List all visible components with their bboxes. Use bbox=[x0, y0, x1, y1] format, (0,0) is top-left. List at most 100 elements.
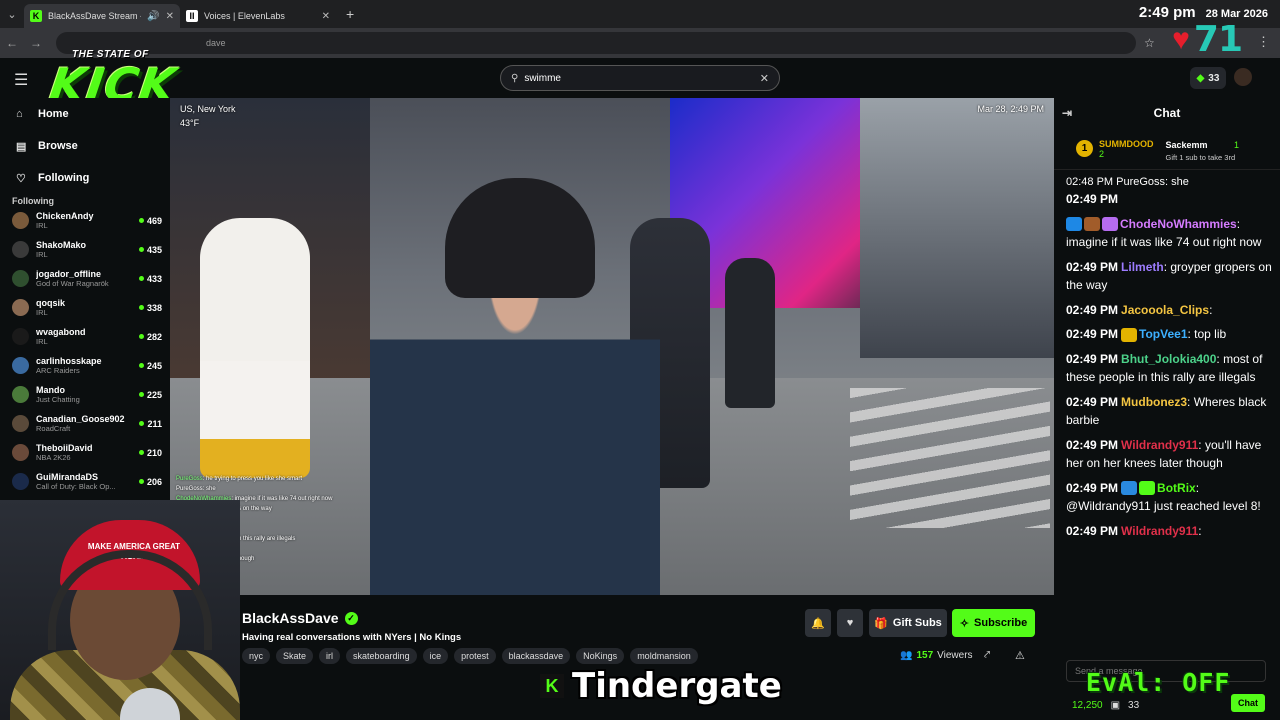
stream-tag[interactable]: nyc bbox=[242, 648, 271, 664]
leader-first[interactable]: SUMMDOOD 2 bbox=[1099, 139, 1154, 159]
following-item[interactable]: jogador_offline God of War Ragnarök 433 bbox=[0, 264, 170, 293]
live-dot-icon bbox=[138, 363, 144, 368]
follow-heart-button[interactable]: ♥ bbox=[837, 609, 863, 637]
gift-subs-button[interactable]: 🎁 Gift Subs bbox=[869, 609, 947, 637]
following-viewers: 282 bbox=[138, 332, 162, 342]
kick-badge-icon: K bbox=[540, 674, 564, 698]
browse-icon: ▤ bbox=[16, 140, 27, 153]
leader-second[interactable]: Sackemm 1 Gift 1 sub to take 3rd bbox=[1166, 135, 1240, 162]
following-name: Canadian_Goose902 bbox=[36, 414, 125, 424]
stream-tag[interactable]: blackassdave bbox=[501, 648, 571, 664]
chat-timestamp: 02:49 PM bbox=[1066, 327, 1119, 341]
following-viewers: 433 bbox=[138, 274, 162, 284]
kicks-count: 33 bbox=[1208, 72, 1220, 84]
chat-text: : bbox=[1209, 302, 1213, 317]
following-item[interactable]: GuiMirandaDS Call of Duty: Black Op... 206 bbox=[0, 467, 170, 496]
avatar bbox=[12, 415, 29, 432]
bookmark-star-icon[interactable]: ☆ bbox=[1144, 36, 1155, 50]
chat-timestamp: 02:49 PM bbox=[1066, 480, 1119, 495]
stream-tag[interactable]: irl bbox=[319, 648, 341, 664]
report-icon[interactable]: ⚠ bbox=[1015, 649, 1025, 662]
notification-bell-button[interactable]: 🔔 bbox=[805, 609, 831, 637]
tab-title: Voices | ElevenLabs bbox=[204, 11, 285, 21]
following-item[interactable]: Canadian_Goose902 RoadCraft 211 bbox=[0, 409, 170, 438]
following-text: qoqsik IRL bbox=[36, 298, 139, 317]
following-item[interactable]: TheboiiDavid NBA 2K26 210 bbox=[0, 438, 170, 467]
hamburger-menu-icon[interactable]: ☰ bbox=[14, 70, 28, 90]
chat-message-partial: 02:48 PM PureGoss: she bbox=[1066, 176, 1189, 188]
chat-timestamp: 02:49 PM bbox=[1066, 394, 1119, 409]
live-dot-icon bbox=[138, 305, 144, 310]
following-item[interactable]: ShakoMako IRL 435 bbox=[0, 235, 170, 264]
chat-message-list: 02:49 PM ChodeNoWhammies: imagine if it w… bbox=[1066, 190, 1272, 540]
chat-username[interactable]: ChodeNoWhammies bbox=[1120, 217, 1237, 231]
channel-points[interactable]: 12,250 bbox=[1072, 700, 1103, 711]
user-avatar[interactable] bbox=[1234, 68, 1252, 86]
tab-close-icon[interactable]: ✕ bbox=[166, 11, 174, 22]
stream-tag[interactable]: skateboarding bbox=[346, 648, 417, 664]
badge-icon bbox=[1102, 217, 1118, 232]
chat-username[interactable]: Jacooola_Clips bbox=[1121, 303, 1209, 317]
tab-elevenlabs[interactable]: II Voices | ElevenLabs ✕ bbox=[180, 4, 336, 28]
leader-second-count: 1 bbox=[1233, 140, 1239, 150]
stream-tag[interactable]: Skate bbox=[276, 648, 314, 664]
chat-header: ⇥ Chat bbox=[1054, 98, 1280, 128]
sidebar-item-browse[interactable]: ▤ Browse bbox=[0, 130, 170, 162]
following-item[interactable]: Mando Just Chatting 225 bbox=[0, 380, 170, 409]
chat-username[interactable]: Mudbonez3 bbox=[1121, 395, 1187, 409]
badge-icon bbox=[1084, 217, 1100, 232]
chat-username[interactable]: Wildrandy911 bbox=[1121, 524, 1198, 538]
stream-tag[interactable]: ice bbox=[422, 648, 449, 664]
chat-username[interactable]: TopVee1 bbox=[1139, 327, 1187, 341]
kicks-balance[interactable]: ◆ 33 bbox=[1190, 67, 1226, 89]
following-name: qoqsik bbox=[36, 298, 66, 308]
chat-title: Chat bbox=[1153, 106, 1181, 120]
tab-close-icon[interactable]: ✕ bbox=[322, 11, 330, 22]
sidebar-item-home[interactable]: ⌂ Home bbox=[0, 98, 170, 130]
stream-tag[interactable]: protest bbox=[454, 648, 496, 664]
avatar bbox=[12, 299, 29, 316]
following-item[interactable]: carlinhosskape ARC Raiders 245 bbox=[0, 351, 170, 380]
following-text: TheboiiDavid NBA 2K26 bbox=[36, 443, 139, 462]
new-tab-button[interactable]: + bbox=[346, 6, 354, 22]
following-name: TheboiiDavid bbox=[36, 443, 93, 453]
clear-search-icon[interactable]: ✕ bbox=[760, 72, 769, 85]
send-chat-button[interactable]: Chat bbox=[1231, 694, 1265, 712]
search-bar[interactable]: ⚲ swimme ✕ bbox=[500, 65, 780, 91]
following-item[interactable]: qoqsik IRL 338 bbox=[0, 293, 170, 322]
following-item[interactable]: ChickenAndy IRL 469 bbox=[0, 206, 170, 235]
tab-title: BlackAssDave Stream - Wat bbox=[48, 11, 141, 21]
stream-tag[interactable]: moldmansion bbox=[630, 648, 698, 664]
live-dot-icon bbox=[138, 392, 144, 397]
sidebar-item-following[interactable]: ♡ Following bbox=[0, 162, 170, 194]
following-item[interactable]: wvagabond IRL 282 bbox=[0, 322, 170, 351]
chat-username[interactable]: Lilmeth bbox=[1121, 260, 1164, 274]
channel-name[interactable]: BlackAssDave bbox=[242, 610, 339, 626]
browser-menu-icon[interactable]: ⋮ bbox=[1257, 34, 1270, 50]
overlay-chat-line: PureGoss: he trying to press you like sh… bbox=[176, 474, 376, 484]
stream-tag[interactable]: NoKings bbox=[576, 648, 625, 664]
verified-icon: ✓ bbox=[344, 611, 358, 625]
video-player[interactable]: US, New York 43°F Mar 28, 2:49 PM PureGo… bbox=[170, 98, 1054, 595]
share-icon[interactable]: ⤤ bbox=[984, 649, 990, 662]
chat-panel: ⇥ Chat 1 SUMMDOOD 2 Sackemm 1 Gift 1 sub… bbox=[1054, 98, 1280, 720]
chat-username[interactable]: Wildrandy911 bbox=[1121, 438, 1198, 452]
following-text: wvagabond IRL bbox=[36, 327, 139, 346]
collapse-chat-icon[interactable]: ⇥ bbox=[1062, 106, 1072, 120]
chat-message: 02:49 PM bbox=[1066, 190, 1272, 209]
chat-timestamp: 02:49 PM bbox=[1066, 302, 1119, 317]
following-name: GuiMirandaDS bbox=[36, 472, 99, 482]
tab-kick-stream[interactable]: K BlackAssDave Stream - Wat 🔊 ✕ bbox=[24, 4, 180, 28]
subscribe-button[interactable]: ✧ Subscribe bbox=[952, 609, 1035, 637]
back-arrow-icon[interactable]: ← bbox=[0, 36, 24, 50]
search-input[interactable]: swimme bbox=[524, 73, 759, 84]
avatar bbox=[12, 357, 29, 374]
chat-username[interactable]: BotRix bbox=[1157, 481, 1196, 495]
following-viewers: 435 bbox=[138, 245, 162, 255]
chat-username[interactable]: Bhut_Jolokia400 bbox=[1121, 352, 1216, 366]
tab-search-icon[interactable]: ⌄ bbox=[0, 0, 24, 28]
live-dot-icon bbox=[138, 334, 144, 339]
live-dot-icon bbox=[138, 450, 144, 455]
speaker-icon[interactable]: 🔊 bbox=[147, 11, 159, 22]
following-text: Canadian_Goose902 RoadCraft bbox=[36, 414, 139, 433]
